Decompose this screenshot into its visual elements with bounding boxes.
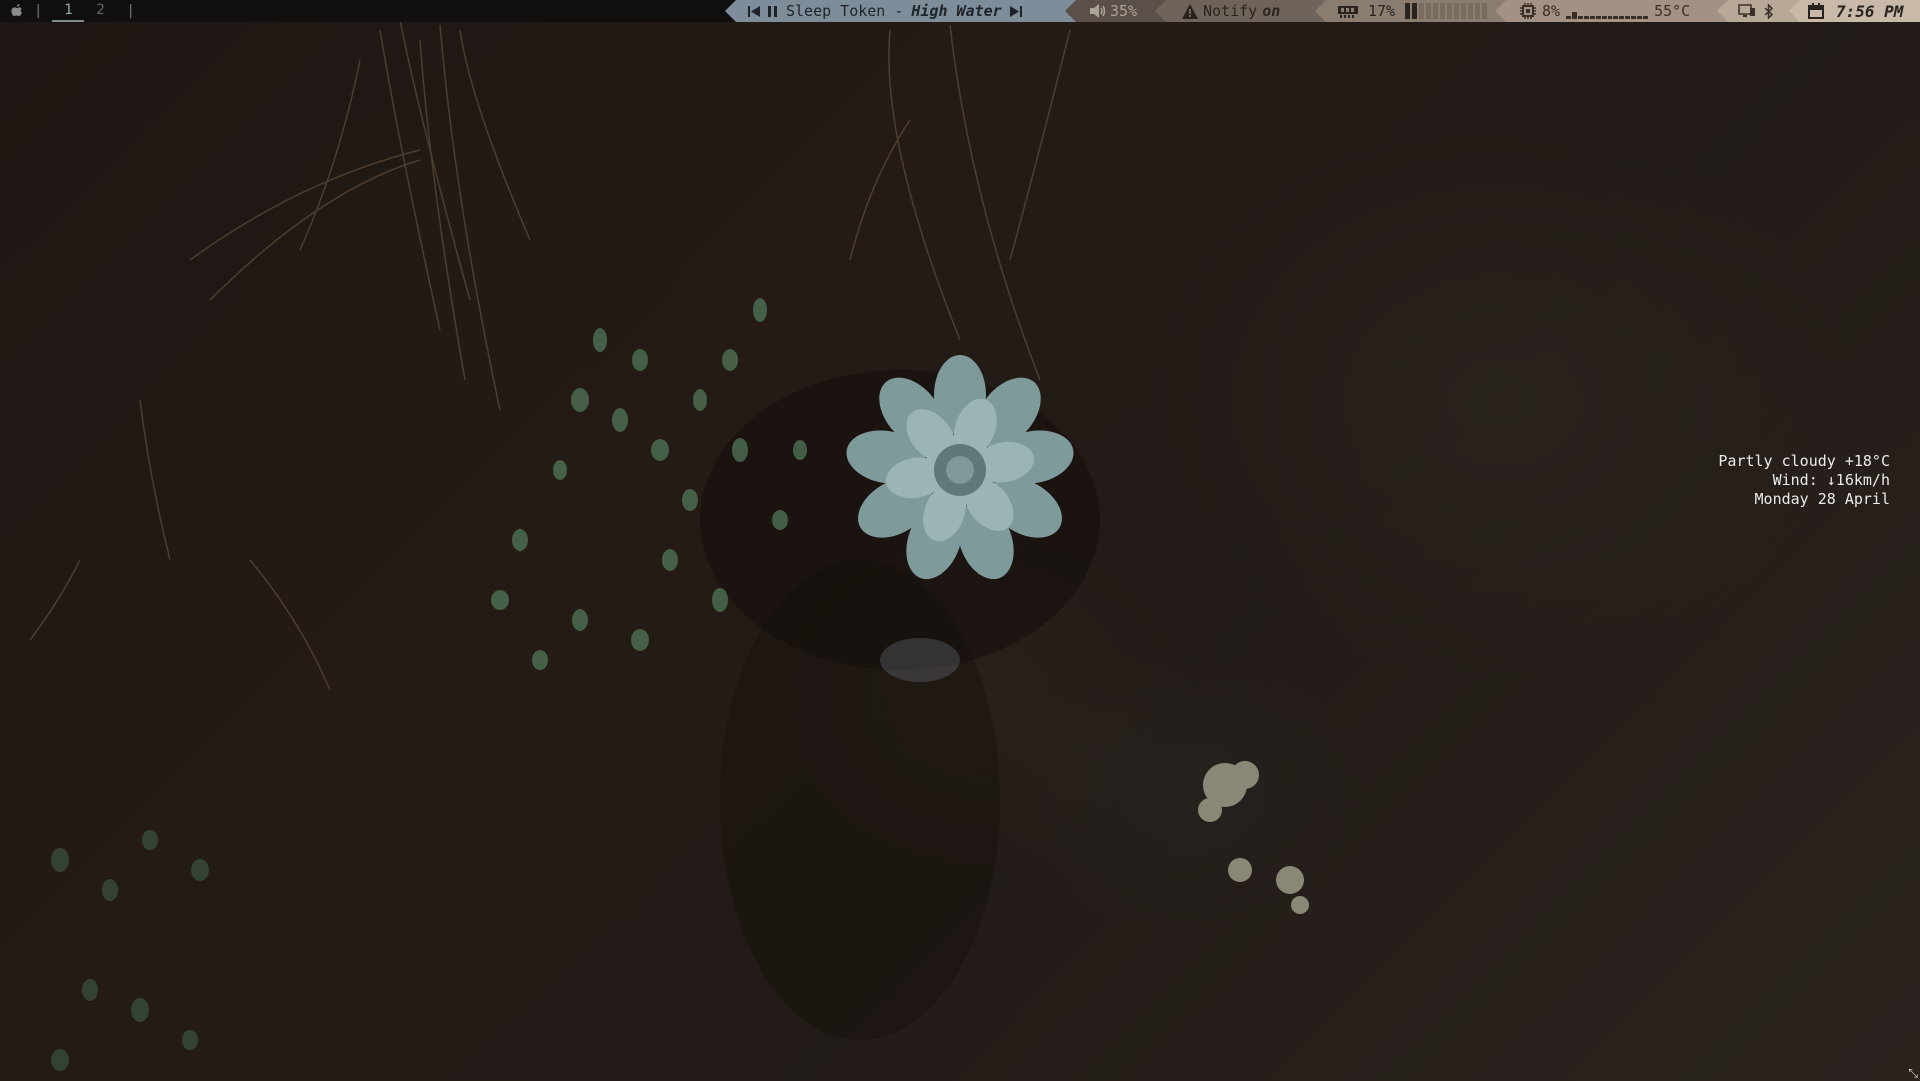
memory-widget: 17% — [1315, 0, 1506, 22]
workspace-2[interactable]: 2 — [84, 0, 116, 22]
notify-label: Notify — [1203, 2, 1258, 20]
notify-widget[interactable]: Notify on — [1155, 0, 1326, 22]
cpu-usage-graph — [1566, 3, 1648, 19]
apple-icon[interactable] — [10, 3, 24, 19]
cpu-widget: 8% 55°C — [1495, 0, 1728, 22]
memory-bar-segment — [1461, 3, 1467, 19]
powerline-arrow — [1717, 0, 1728, 22]
memory-bar-segment — [1405, 3, 1411, 19]
wallpaper-photo — [29, 19, 1309, 1071]
skip-back-icon[interactable] — [748, 5, 760, 17]
memory-bar-segment — [1426, 3, 1432, 19]
memory-bar-segment — [1419, 3, 1425, 19]
powerline-arrow — [725, 0, 736, 22]
memory-bar-segment — [1475, 3, 1481, 19]
memory-bar-segment — [1433, 3, 1439, 19]
weather-wind: Wind: ↓16km/h — [1772, 471, 1890, 489]
clock-time: 7:56 PM — [1836, 1, 1904, 21]
weather-date: Monday 28 April — [1754, 490, 1890, 508]
top-status-bar: | 1 2 | Sleep Token - High Water 35% Not… — [0, 0, 1920, 22]
speaker-icon — [1090, 4, 1106, 18]
weather-condition: Partly cloudy +18°C — [1718, 452, 1890, 470]
memory-bar-segment — [1482, 3, 1488, 19]
powerline-arrow — [1315, 0, 1326, 22]
memory-bar-segment — [1412, 3, 1418, 19]
desktop-wallpaper — [0, 0, 1920, 1081]
bluetooth-icon[interactable] — [1764, 3, 1774, 19]
memory-bar-segment — [1454, 3, 1460, 19]
cpu-icon — [1520, 3, 1536, 19]
monitor-network-icon[interactable] — [1738, 4, 1756, 18]
workspace-1[interactable]: 1 — [52, 0, 85, 22]
calendar-icon — [1808, 3, 1824, 19]
warning-icon — [1182, 3, 1198, 19]
weather-widget: Partly cloudy +18°C Wind: ↓16km/h Monday… — [1718, 452, 1890, 509]
memory-bar-segment — [1440, 3, 1446, 19]
memory-usage-bar — [1405, 3, 1488, 19]
cpu-temperature: 55°C — [1654, 2, 1691, 20]
pause-icon[interactable] — [768, 5, 778, 17]
volume-widget[interactable]: 35% — [1065, 0, 1166, 22]
powerline-arrow — [1495, 0, 1506, 22]
track-title: High Water — [911, 2, 1002, 20]
memory-bar-segment — [1468, 3, 1474, 19]
resize-corner-icon: ⤡ — [1908, 1066, 1918, 1080]
cpu-percent: 8% — [1542, 2, 1561, 20]
memory-chip-icon — [1338, 6, 1358, 18]
separator: | — [126, 3, 135, 19]
skip-forward-icon[interactable] — [1009, 5, 1022, 17]
memory-bar-segment — [1447, 3, 1453, 19]
track-artist: Sleep Token - — [786, 2, 904, 20]
powerline-arrow — [1155, 0, 1166, 22]
separator: | — [34, 3, 43, 19]
memory-percent: 17% — [1368, 2, 1396, 20]
powerline-arrow — [1065, 0, 1076, 22]
music-widget: Sleep Token - High Water — [725, 0, 1076, 22]
volume-level: 35% — [1110, 2, 1138, 20]
clock-widget[interactable]: 7:56 PM — [1789, 0, 1920, 22]
notify-state: on — [1262, 2, 1281, 20]
powerline-arrow — [1789, 0, 1800, 22]
workspace-area: | 1 2 | — [0, 0, 145, 22]
